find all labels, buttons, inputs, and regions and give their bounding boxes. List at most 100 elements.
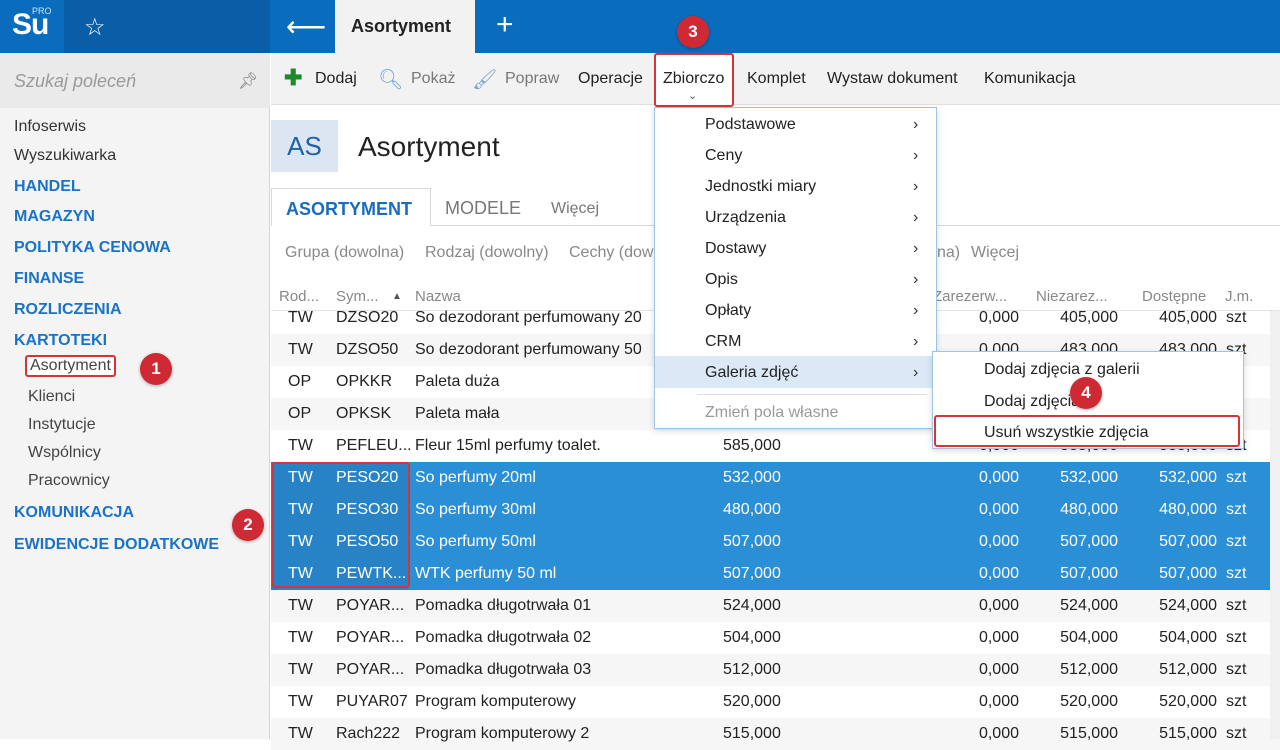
operacje-button[interactable]: Operacje (578, 70, 643, 88)
top-bar: Su PRO ☆ ⟵ Asortyment + (0, 0, 1280, 53)
cell-dost: 532,000 (1159, 469, 1217, 486)
table-row[interactable]: TW Rach222 Program komputerowy 2 515,000 0,0… (271, 718, 1280, 750)
filter-rodzaj[interactable]: Rodzaj (dowolny) (425, 244, 549, 262)
popraw-button[interactable]: Popraw (505, 70, 559, 88)
tab-modele[interactable]: MODELE (445, 198, 521, 219)
sidebar-group-polityka-cenowa[interactable]: POLITYKA CENOWA (14, 239, 171, 257)
sidebar-item-wspolnicy[interactable]: Wspólnicy (28, 444, 101, 462)
tab-wiecej[interactable]: Więcej (551, 200, 599, 218)
menu-item-4[interactable]: Dostawy (705, 240, 766, 258)
sidebar-item-wyszukiwarka[interactable]: Wyszukiwarka (14, 147, 116, 165)
menu-item-3[interactable]: Urządzenia (705, 209, 786, 227)
star-icon[interactable]: ☆ (84, 13, 106, 42)
sidebar-item-klienci[interactable]: Klienci (28, 388, 75, 406)
table-row[interactable]: TW POYAR... Pomadka długotrwała 03 512,000 0… (271, 654, 1280, 686)
sidebar-item-infoserwis[interactable]: Infoserwis (14, 118, 86, 136)
cell-jm: szt (1226, 597, 1247, 614)
sidebar-group-komunikacja[interactable]: KOMUNIKACJA (14, 504, 134, 522)
plus-icon[interactable]: + (496, 8, 514, 42)
cell-sym: PEFLEU... (336, 437, 412, 454)
table-row[interactable]: TW PESO20 So perfumy 20ml 532,000 0,000 532,0… (271, 462, 1280, 494)
sidebar-group-handel[interactable]: HANDEL (14, 178, 81, 196)
chevron-right-icon: › (913, 271, 919, 288)
table-row[interactable]: TW PUYAR07 Program komputerowy 520,000 0,000… (271, 686, 1280, 718)
chevron-right-icon: › (913, 240, 919, 257)
sidebar-group-ewidencje[interactable]: EWIDENCJE DODATKOWE (14, 536, 219, 554)
filter-cechy[interactable]: Cechy (dow (569, 244, 653, 262)
arrow-left-icon[interactable]: ⟵ (286, 10, 326, 43)
chevron-right-icon: › (913, 364, 919, 381)
filter-partial[interactable]: na) (937, 244, 960, 262)
cell-jm: szt (1226, 725, 1247, 742)
pokaz-button[interactable]: Pokaż (411, 70, 455, 88)
vertical-scrollbar[interactable] (1270, 311, 1280, 739)
cell-stan: 507,000 (723, 533, 781, 550)
usun-highlight (934, 415, 1240, 447)
cell-stan: 520,000 (723, 693, 781, 710)
cell-rod: TW (288, 597, 313, 614)
cell-niezar: 504,000 (1060, 629, 1118, 646)
menu-item-7[interactable]: CRM (705, 333, 741, 351)
menu-item-2[interactable]: Jednostki miary (705, 178, 816, 196)
cell-sym: DZSO20 (336, 309, 399, 326)
table-row[interactable]: TW PESO30 So perfumy 30ml 480,000 0,000 480,0… (271, 494, 1280, 526)
page-title: Asortyment (358, 131, 500, 162)
dodaj-button[interactable]: Dodaj (315, 70, 357, 88)
step-badge-3: 3 (677, 16, 709, 48)
logo-box: Su PRO (0, 0, 64, 53)
table-row[interactable]: TW PESO50 So perfumy 50ml 507,000 0,000 507,0… (271, 526, 1280, 558)
cell-niezar: 515,000 (1060, 725, 1118, 742)
cell-sym: POYAR... (336, 597, 405, 614)
sidebar-item-asortyment[interactable]: Asortyment (25, 355, 116, 377)
cell-niezar: 507,000 (1060, 533, 1118, 550)
cell-dost: 507,000 (1159, 565, 1217, 582)
sidebar-group-rozliczenia[interactable]: ROZLICZENIA (14, 301, 122, 319)
cell-rod: OP (288, 373, 312, 390)
menu-item-1[interactable]: Ceny (705, 147, 742, 165)
table-row[interactable]: TW POYAR... Pomadka długotrwała 01 524,000 0… (271, 590, 1280, 622)
submenu-item-dodaj-z-galerii[interactable]: Dodaj zdjęcia z galerii (984, 361, 1140, 379)
sort-asc-icon: ▲ (392, 291, 402, 302)
cell-jm: szt (1226, 469, 1247, 486)
cell-sym: DZSO50 (336, 341, 399, 358)
filter-wiecej[interactable]: Więcej (971, 244, 1019, 262)
filter-grupa[interactable]: Grupa (dowolna) (285, 244, 404, 262)
tab-asortyment[interactable]: Asortyment (335, 0, 475, 53)
sidebar-item-pracownicy[interactable]: Pracownicy (28, 472, 110, 490)
cell-stan: 507,000 (723, 565, 781, 582)
menu-item-5[interactable]: Opis (705, 271, 738, 289)
search-icon: 🔍︎ (378, 69, 404, 91)
komunikacja-button[interactable]: Komunikacja (984, 70, 1076, 88)
menu-item-6[interactable]: Opłaty (705, 302, 751, 320)
chevron-right-icon: › (913, 116, 919, 133)
tab-label: ASORTYMENT (286, 199, 412, 219)
cell-sym: PUYAR07 (336, 693, 408, 710)
toolbar: ✚ Dodaj 🔍︎ Pokaż 🖌︎ Popraw Operacje Komp… (271, 53, 1280, 105)
cell-stan: 512,000 (723, 661, 781, 678)
menu-item-zmien-pola: Zmień pola własne (705, 404, 839, 421)
submenu-item-dodaj-zdjecia[interactable]: Dodaj zdjęcia (984, 393, 1080, 411)
command-search-input[interactable]: Szukaj poleceń 📌︎ (0, 53, 270, 108)
table-row[interactable]: TW POYAR... Pomadka długotrwała 02 504,000 0… (271, 622, 1280, 654)
cell-niezar: 532,000 (1060, 469, 1118, 486)
cell-sym: OPKSK (336, 405, 392, 422)
pin-icon[interactable]: 📌︎ (238, 71, 258, 91)
cell-jm: szt (1226, 501, 1247, 518)
cell-rod: TW (288, 309, 313, 326)
tab-label: Asortyment (351, 16, 452, 36)
cell-sym: Rach222 (336, 725, 401, 742)
zbiorczo-button[interactable]: Zbiorczo ⌄ (654, 53, 734, 107)
menu-item-0[interactable]: Podstawowe (705, 116, 796, 134)
wystaw-dokument-button[interactable]: Wystaw dokument (827, 70, 958, 88)
sidebar-group-finanse[interactable]: FINANSE (14, 270, 84, 288)
search-placeholder: Szukaj poleceń (14, 71, 137, 91)
cell-dost: 405,000 (1159, 309, 1217, 326)
menu-item-8[interactable]: Galeria zdjęć (705, 364, 798, 382)
app-logo: Su PRO (12, 6, 52, 42)
komplet-button[interactable]: Komplet (747, 70, 806, 88)
sidebar-group-kartoteki[interactable]: KARTOTEKI (14, 332, 107, 350)
sidebar-group-magazyn[interactable]: MAGAZYN (14, 208, 95, 226)
tab-asortyment-view[interactable]: ASORTYMENT (271, 188, 431, 226)
sidebar-item-instytucje[interactable]: Instytucje (28, 416, 96, 434)
table-row[interactable]: TW PEWTK... WTK perfumy 50 ml 507,000 0,000 5… (271, 558, 1280, 590)
